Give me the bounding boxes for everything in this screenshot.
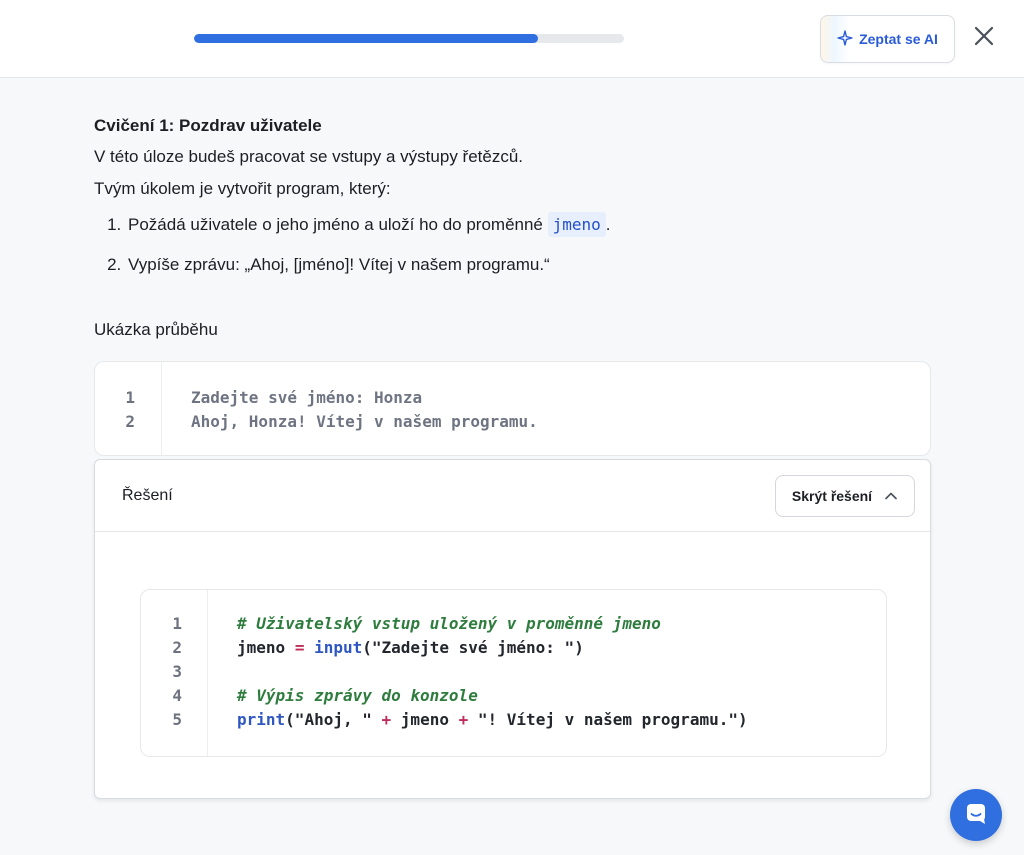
task-item: Požádá uživatele o jeho jméno a uloží ho… (126, 210, 934, 240)
progress-fill (194, 34, 538, 43)
line-numbers: 1 2 (95, 362, 162, 455)
sample-output-lines: Zadejte své jméno: Honza Ahoj, Honza! Vít… (162, 362, 538, 455)
task-intro: Tvým úkolem je vytvořit program, který: (94, 179, 391, 198)
exercise-title: Cvičení 1: Pozdrav uživatele (94, 116, 322, 135)
code-line: jmeno = input("Zadejte své jméno: ") (237, 638, 584, 657)
solution-header: Řešení Skrýt řešení (95, 460, 930, 532)
solution-panel: Řešení Skrýt řešení 1 2 3 4 5 # Uživatel… (94, 459, 931, 799)
chat-button[interactable] (950, 789, 1002, 841)
code-line: # Výpis zprávy do konzole (237, 686, 478, 705)
code-line: print("Ahoj, " + jmeno + "! Vítej v naše… (237, 710, 748, 729)
inline-code-variable: jmeno (547, 212, 606, 237)
task-list: Požádá uživatele o jeho jméno a uloží ho… (94, 210, 934, 280)
hide-solution-button[interactable]: Skrýt řešení (775, 474, 915, 517)
sample-output-block: 1 2 Zadejte své jméno: Honza Ahoj, Honza!… (94, 361, 931, 456)
exercise-content: Cvičení 1: Pozdrav uživatele V této úloz… (94, 114, 934, 290)
line-numbers: 1 2 3 4 5 (141, 590, 208, 756)
close-icon (974, 26, 994, 51)
ask-ai-label: Zeptat se AI (859, 31, 938, 47)
task-item: Vypíše zprávu: „Ahoj, [jméno]! Vítej v n… (126, 250, 934, 280)
code-line: Ahoj, Honza! Vítej v našem programu. (191, 412, 538, 431)
chevron-up-icon (884, 488, 898, 504)
sample-label: Ukázka průběhu (94, 320, 218, 339)
code-line: Zadejte své jméno: Honza (191, 388, 423, 407)
top-bar: Zeptat se AI (0, 0, 1024, 78)
solution-code-block: 1 2 3 4 5 # Uživatelský vstup uložený v … (140, 589, 887, 757)
solution-code-lines: # Uživatelský vstup uložený v proměnné j… (208, 590, 748, 756)
chat-icon (964, 801, 988, 830)
sparkle-icon (837, 29, 853, 49)
exercise-intro: V této úloze budeš pracovat se vstupy a … (94, 147, 524, 166)
close-button[interactable] (968, 22, 1000, 54)
ask-ai-button[interactable]: Zeptat se AI (820, 15, 955, 63)
code-line: # Uživatelský vstup uložený v proměnné j… (237, 614, 661, 633)
progress-bar (194, 34, 624, 43)
solution-title: Řešení (122, 486, 173, 504)
